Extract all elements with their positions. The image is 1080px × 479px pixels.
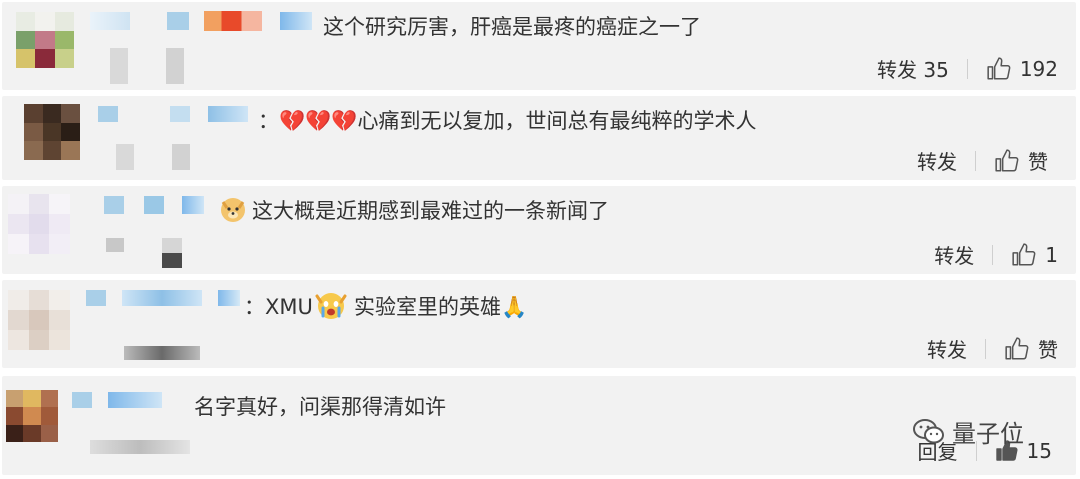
like-button[interactable]: 1 (1011, 242, 1058, 268)
meta-blurred (166, 48, 184, 84)
username-blurred[interactable] (167, 12, 189, 30)
comment-actions: 转发 赞 (927, 334, 1058, 363)
comment-card: 这大概是近期感到最难过的一条新闻了 转发 1 (2, 186, 1076, 274)
like-button[interactable]: 赞 (1004, 334, 1058, 363)
divider (966, 58, 968, 79)
meta-blurred (106, 238, 124, 252)
crying-face-emoji (314, 290, 348, 326)
wechat-icon (913, 418, 944, 443)
meta-blurred (110, 48, 128, 84)
meta-blurred (162, 238, 182, 268)
repost-count: 35 (923, 58, 949, 82)
username-blurred[interactable] (144, 196, 164, 214)
comment-card: ：XMU 实验室里的英雄🙏 转发 赞 (2, 280, 1076, 368)
avatar[interactable] (8, 194, 70, 254)
username-blurred[interactable] (208, 106, 248, 122)
divider (985, 338, 986, 359)
username-blurred[interactable] (108, 392, 162, 408)
comment-actions: 转发 赞 (917, 146, 1048, 175)
repost-label: 转发 (877, 58, 917, 82)
divider (992, 244, 994, 265)
repost-button[interactable]: 转发 35 (877, 54, 949, 83)
comment-text: ：💔💔💔心痛到无以复加，世间总有最纯粹的学术人 (258, 109, 757, 133)
thumbs-up-icon (995, 148, 1019, 172)
repost-button[interactable]: 转发 (917, 146, 957, 175)
badge-icon (280, 12, 312, 30)
meta-blurred (124, 346, 200, 360)
doge-emoji (218, 194, 248, 228)
comment-card: 这个研究厉害，肝癌是最疼的癌症之一了 转发 35 192 (2, 2, 1076, 90)
like-label: 赞 (1038, 338, 1058, 362)
like-label: 赞 (1028, 150, 1048, 174)
username-blurred[interactable] (90, 12, 130, 30)
thumbs-up-icon (987, 56, 1011, 80)
repost-button[interactable]: 转发 (927, 334, 967, 363)
username-blurred[interactable] (72, 392, 92, 408)
username-blurred[interactable] (122, 290, 202, 306)
comment-text: 实验室里的英雄🙏 (354, 295, 528, 319)
thumbs-up-icon (1005, 336, 1029, 360)
comment-text: 这个研究厉害，肝癌是最疼的癌症之一了 (323, 15, 701, 39)
like-button[interactable]: 192 (986, 56, 1058, 82)
username-blurred[interactable] (170, 106, 190, 122)
thumbs-up-icon (1012, 242, 1036, 266)
watermark: 量子位 (912, 414, 1024, 449)
avatar[interactable] (6, 390, 58, 442)
comment-actions: 转发 35 192 (877, 54, 1058, 83)
avatar[interactable] (16, 12, 74, 68)
meta-blurred (172, 144, 190, 170)
badge-icon (204, 11, 262, 31)
like-count: 192 (1019, 56, 1058, 81)
avatar[interactable] (24, 104, 80, 160)
repost-button[interactable]: 转发 (934, 240, 974, 269)
like-button[interactable]: 赞 (994, 146, 1048, 175)
username-blurred[interactable] (182, 196, 204, 214)
comment-prefix: ：XMU (244, 295, 313, 319)
like-count: 15 (1026, 438, 1052, 463)
username-blurred[interactable] (86, 290, 106, 306)
meta-blurred (116, 144, 134, 170)
username-blurred[interactable] (218, 290, 240, 306)
watermark-label: 量子位 (952, 420, 1024, 448)
divider (975, 150, 976, 171)
comment-text: 名字真好，问渠那得清如许 (194, 395, 446, 419)
comment-text: 这大概是近期感到最难过的一条新闻了 (252, 199, 609, 223)
avatar[interactable] (8, 290, 70, 350)
username-blurred[interactable] (98, 106, 118, 122)
comment-actions: 转发 1 (934, 240, 1058, 269)
like-count: 1 (1045, 242, 1058, 267)
username-blurred[interactable] (104, 196, 124, 214)
meta-blurred (90, 440, 190, 454)
comment-card: ：💔💔💔心痛到无以复加，世间总有最纯粹的学术人 转发 赞 (2, 96, 1076, 180)
